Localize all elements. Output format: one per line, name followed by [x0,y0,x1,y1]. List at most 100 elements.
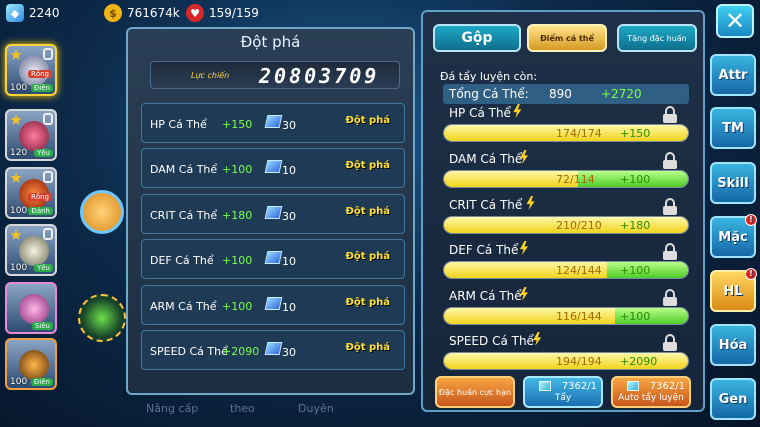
stat-bonus: +100 [620,310,651,323]
stat-cost: 10 [282,255,296,268]
stat-row: DEF Cá Thể 124/144 +100 [443,241,689,283]
stat-progress-bar: 174/174 +150 [443,124,689,142]
side-tab-tm[interactable]: TM [710,107,756,149]
total-delta: +2720 [601,87,642,101]
breakthrough-button[interactable]: Đột phá [345,342,390,353]
stat-progress-bar: 210/210 +180 [443,216,689,234]
pet-slot[interactable]: 100 Điên [5,338,57,390]
tab-individual-points[interactable]: Điểm cá thể [527,24,607,52]
gold-counter: $ 761674k [104,4,180,22]
combat-power-label: Lực chiến [191,71,230,80]
pet-tag: Yếu [33,149,53,157]
lock-badge-icon[interactable] [80,190,124,234]
pet-slot[interactable]: Siêu [5,282,57,334]
crystal-icon [264,160,283,173]
diamond-icon: ◆ [6,4,24,22]
gold-value: 761674k [127,6,180,20]
pet-slot[interactable]: Rồng 100 Điên [5,44,57,96]
lock-icon [43,48,53,60]
crystal-icon [264,297,283,310]
stat-row: HP Cá Thể 174/174 +150 [443,104,689,146]
breakthrough-button[interactable]: Đột phá [345,160,390,171]
wash-button[interactable]: 7362/1 Tẩy [523,376,603,408]
auto-wash-button[interactable]: 7362/1 Auto tẩy luyện [611,376,691,408]
pet-tag: Điên [30,84,53,92]
breakthrough-button[interactable]: Đột phá [345,115,390,126]
tab-boost-training[interactable]: Tăng đặc huấn [617,24,697,52]
auto-wash-count: 7362/1 [649,381,685,392]
lock-icon[interactable] [663,289,677,306]
energy-value: 159/159 [209,6,259,20]
tab-merge[interactable]: Gộp [433,24,521,52]
side-tab-gen[interactable]: Gen [710,378,756,420]
side-tab-label: Gen [718,391,748,407]
pet-level: 100 [10,83,28,93]
side-tab-label: TM [722,120,744,136]
stat-bonus: +180 [620,219,651,232]
lock-icon[interactable] [663,152,677,169]
pet-portrait [19,350,49,380]
coin-icon: $ [104,4,122,22]
side-tab-attr[interactable]: Attr [710,54,756,96]
lock-icon[interactable] [663,243,677,260]
breakthrough-button[interactable]: Đột phá [345,206,390,217]
lock-icon[interactable] [663,334,677,351]
extreme-training-button[interactable]: Đặc huấn cực hạn [435,376,515,408]
stat-name: ARM Cá Thể [150,300,217,313]
stat-value: 174/174 [556,127,602,140]
breakthrough-button[interactable]: Đột phá [345,251,390,262]
stat-bonus: +100 [222,254,253,267]
stat-name: DAM Cá Thể [449,152,523,166]
tab-affinity[interactable]: Duyên [298,402,334,415]
side-tab-label: Hóa [718,337,748,353]
pet-tag: Siêu [31,322,53,330]
tab-follow[interactable]: theo [230,402,255,415]
stat-row: CRIT Cá Thể 210/210 +180 [443,196,689,238]
side-tab-hl[interactable]: HL! [710,268,757,312]
pet-slot[interactable]: 120 Yếu [5,109,57,161]
stat-value: 72/114 [556,173,595,186]
panel-title: Đột phá [240,33,301,51]
pet-type-badge: Rồng [27,193,52,201]
lock-icon [43,113,53,125]
stat-value: 194/194 [556,355,602,368]
breakthrough-panel: Đột phá Lực chiến 20803709 HP Cá Thể +15… [126,27,415,395]
pet-slot[interactable]: Rồng 100 Đánh [5,167,57,219]
stat-row: SPEED Cá Thể 194/194 +2090 [443,332,689,374]
gem-value: 2240 [29,6,60,20]
lightning-icon [526,196,535,210]
stat-name: SPEED Cá Thể [150,345,228,358]
breakthrough-row: HP Cá Thể +150 30 Đột phá [141,103,405,143]
breakthrough-button[interactable]: Đột phá [345,297,390,308]
stat-name: DEF Cá Thể [150,254,214,267]
tab-upgrade[interactable]: Nâng cấp [146,402,198,415]
side-tab-equip[interactable]: Mặc! [710,214,757,258]
stat-name: ARM Cá Thể [449,289,522,303]
pet-tag: Điên [30,378,53,386]
stat-cost: 30 [282,119,296,132]
stat-progress-bar: 124/144 +100 [443,261,689,279]
side-tab-skill[interactable]: Skill [710,162,756,204]
stat-bonus: +100 [620,264,651,277]
stat-bonus: +100 [222,300,253,313]
lock-icon[interactable] [663,198,677,215]
lock-icon[interactable] [663,106,677,123]
breakthrough-row: CRIT Cá Thể +180 30 Đột phá [141,194,405,234]
pet-tag: Đánh [28,207,53,215]
wash-count: 7362/1 [561,381,597,392]
stat-progress-bar: 116/144 +100 [443,307,689,325]
extreme-training-label: Đặc huấn cực hạn [438,387,512,397]
stat-cost: 10 [282,164,296,177]
lock-icon [43,171,53,183]
total-value: 890 [549,87,572,101]
stat-name: CRIT Cá Thể [150,209,218,222]
pet-slot[interactable]: 100 Yếu [5,224,57,276]
stat-cost: 10 [282,301,296,314]
stat-bonus: +180 [222,209,253,222]
combat-power-value: 20803709 [259,64,380,88]
close-button[interactable]: ✕ [716,4,754,38]
pet-portrait [19,236,49,266]
side-tab-transform[interactable]: Hóa [710,324,756,366]
side-tab-label: Attr [718,67,748,83]
breakthrough-row: DEF Cá Thể +100 10 Đột phá [141,239,405,279]
